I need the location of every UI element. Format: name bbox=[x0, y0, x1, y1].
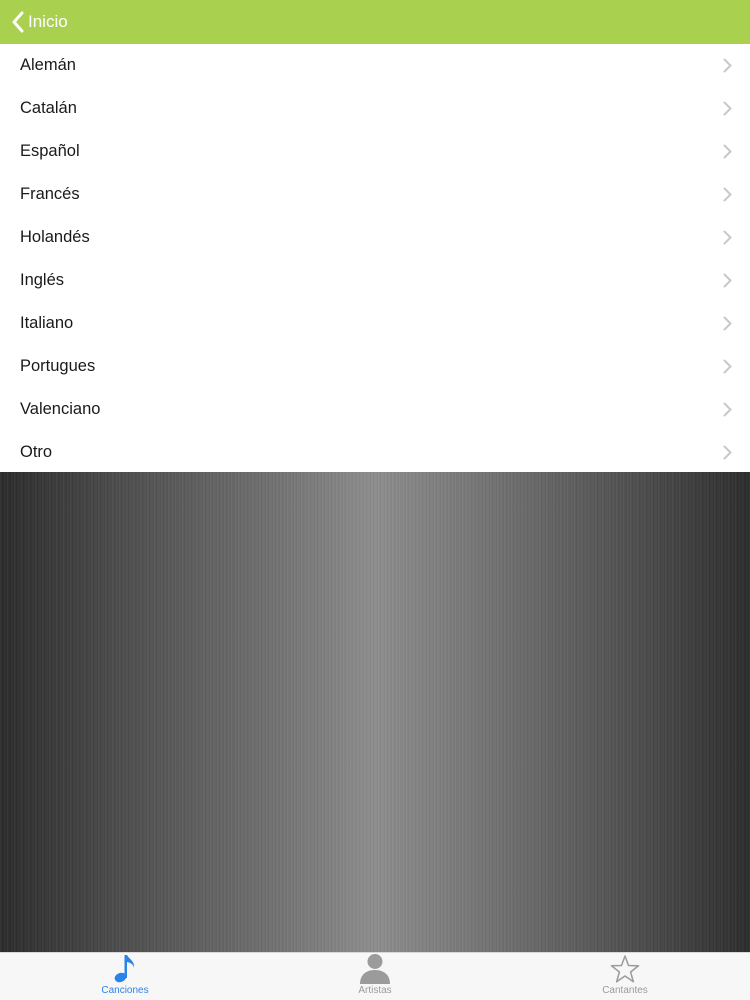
list-item-label: Portugues bbox=[20, 357, 96, 375]
list-item-label: Alemán bbox=[20, 56, 76, 74]
list-item-catalan[interactable]: Catalán bbox=[0, 87, 750, 130]
chevron-left-icon bbox=[12, 11, 24, 33]
list-item-portugues[interactable]: Portugues bbox=[0, 345, 750, 388]
music-note-icon bbox=[113, 952, 137, 984]
chevron-right-icon bbox=[723, 445, 732, 460]
tab-artistas[interactable]: Artistas bbox=[250, 953, 500, 1000]
tab-canciones[interactable]: Canciones bbox=[0, 953, 250, 1000]
language-list: Alemán Catalán Español Francés Holandés … bbox=[0, 44, 750, 472]
brushed-metal-background bbox=[0, 472, 750, 952]
chevron-right-icon bbox=[723, 230, 732, 245]
chevron-right-icon bbox=[723, 187, 732, 202]
star-icon bbox=[610, 953, 640, 984]
list-item-espanol[interactable]: Español bbox=[0, 130, 750, 173]
chevron-right-icon bbox=[723, 402, 732, 417]
list-item-frances[interactable]: Francés bbox=[0, 173, 750, 216]
tab-label: Artistas bbox=[358, 985, 392, 996]
list-item-otro[interactable]: Otro bbox=[0, 431, 750, 474]
list-item-label: Francés bbox=[20, 185, 80, 203]
list-item-label: Valenciano bbox=[20, 400, 101, 418]
list-item-aleman[interactable]: Alemán bbox=[0, 44, 750, 87]
list-item-label: Italiano bbox=[20, 314, 74, 332]
list-item-label: Catalán bbox=[20, 99, 77, 117]
list-item-label: Holandés bbox=[20, 228, 90, 246]
list-item-holandes[interactable]: Holandés bbox=[0, 216, 750, 259]
tab-cantantes[interactable]: Cantantes bbox=[500, 953, 750, 1000]
tab-bar: Canciones Artistas Cantantes bbox=[0, 952, 750, 1000]
chevron-right-icon bbox=[723, 144, 732, 159]
list-item-italiano[interactable]: Italiano bbox=[0, 302, 750, 345]
tab-label: Canciones bbox=[101, 985, 149, 996]
list-item-valenciano[interactable]: Valenciano bbox=[0, 388, 750, 431]
list-item-label: Español bbox=[20, 142, 80, 160]
list-item-ingles[interactable]: Inglés bbox=[0, 259, 750, 302]
chevron-right-icon bbox=[723, 359, 732, 374]
person-icon bbox=[358, 952, 392, 984]
chevron-right-icon bbox=[723, 316, 732, 331]
list-item-label: Inglés bbox=[20, 271, 65, 289]
navigation-bar: Inicio bbox=[0, 0, 750, 44]
list-item-label: Otro bbox=[20, 443, 53, 461]
chevron-right-icon bbox=[723, 273, 732, 288]
chevron-right-icon bbox=[723, 101, 732, 116]
back-button[interactable]: Inicio bbox=[0, 0, 68, 44]
chevron-right-icon bbox=[723, 58, 732, 73]
tab-label: Cantantes bbox=[602, 985, 648, 996]
back-label: Inicio bbox=[28, 12, 68, 31]
